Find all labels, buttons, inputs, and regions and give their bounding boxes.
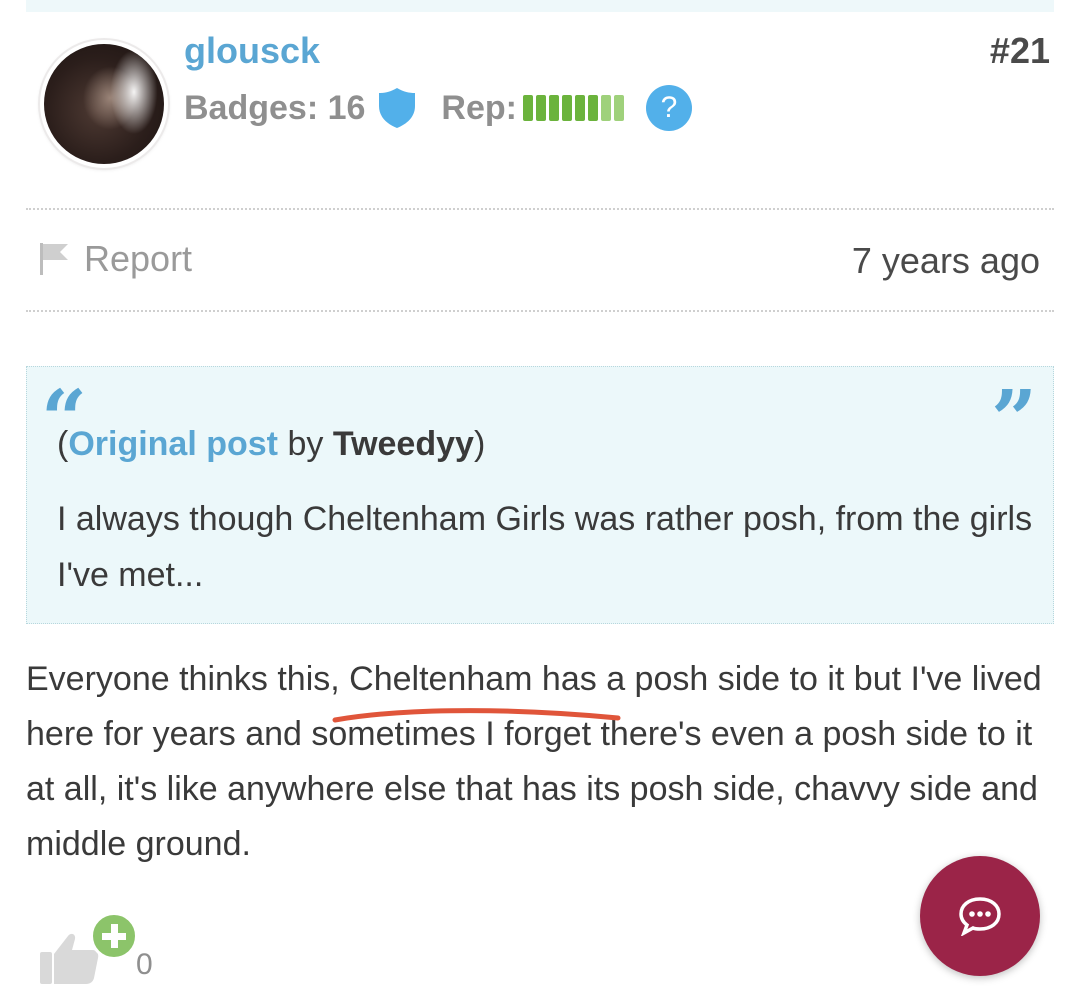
- original-post-link[interactable]: Original post: [68, 425, 278, 463]
- shield-icon[interactable]: [377, 86, 417, 130]
- report-label: Report: [84, 238, 193, 279]
- quote-attribution: (Original post by Tweedyy): [57, 425, 485, 464]
- rep-bar: [613, 95, 624, 121]
- like-count: 0: [136, 948, 153, 981]
- previous-post-edge: [26, 0, 1054, 12]
- divider: [26, 208, 1054, 210]
- rep-bar: [535, 95, 546, 121]
- chat-bubble-icon: [959, 897, 1001, 936]
- rep-bar: [561, 95, 572, 121]
- rep-bar: [587, 95, 598, 121]
- quote-text: I always though Cheltenham Girls was rat…: [57, 500, 1033, 594]
- rep-bar: [574, 95, 585, 121]
- rep-bar: [548, 95, 559, 121]
- quote-block: “ ” (Original post by Tweedyy) I always …: [26, 366, 1054, 624]
- username-link[interactable]: glousck: [184, 30, 320, 72]
- post-body: Everyone thinks this, Cheltenham has a p…: [26, 660, 1042, 863]
- report-button[interactable]: Report: [38, 238, 192, 280]
- avatar[interactable]: [40, 40, 168, 168]
- quoted-author: Tweedyy: [332, 425, 474, 463]
- flag-icon: [40, 243, 68, 275]
- rep-bar: [600, 95, 611, 121]
- question-circle-icon[interactable]: ?: [645, 85, 692, 131]
- plus-circle-icon[interactable]: [90, 912, 138, 960]
- avatar-photo: [44, 44, 164, 164]
- rep-label: Rep:: [441, 88, 517, 127]
- red-underline-annotation: [332, 708, 621, 723]
- post-number[interactable]: #21: [990, 30, 1050, 72]
- badges-label: Badges: 16: [184, 88, 366, 127]
- close-quote-icon: ”: [990, 372, 1037, 466]
- paren-open: (: [57, 425, 69, 463]
- by-text: by: [278, 425, 333, 463]
- divider: [26, 310, 1054, 312]
- paren-close: ): [473, 425, 486, 463]
- like-control[interactable]: 0: [38, 912, 168, 984]
- chat-button[interactable]: [920, 856, 1040, 976]
- user-stats: Badges: 16 Rep: ?: [184, 85, 692, 131]
- post-timestamp: 7 years ago: [851, 240, 1040, 281]
- rep-meter: [522, 95, 624, 121]
- rep-bar: [522, 95, 533, 121]
